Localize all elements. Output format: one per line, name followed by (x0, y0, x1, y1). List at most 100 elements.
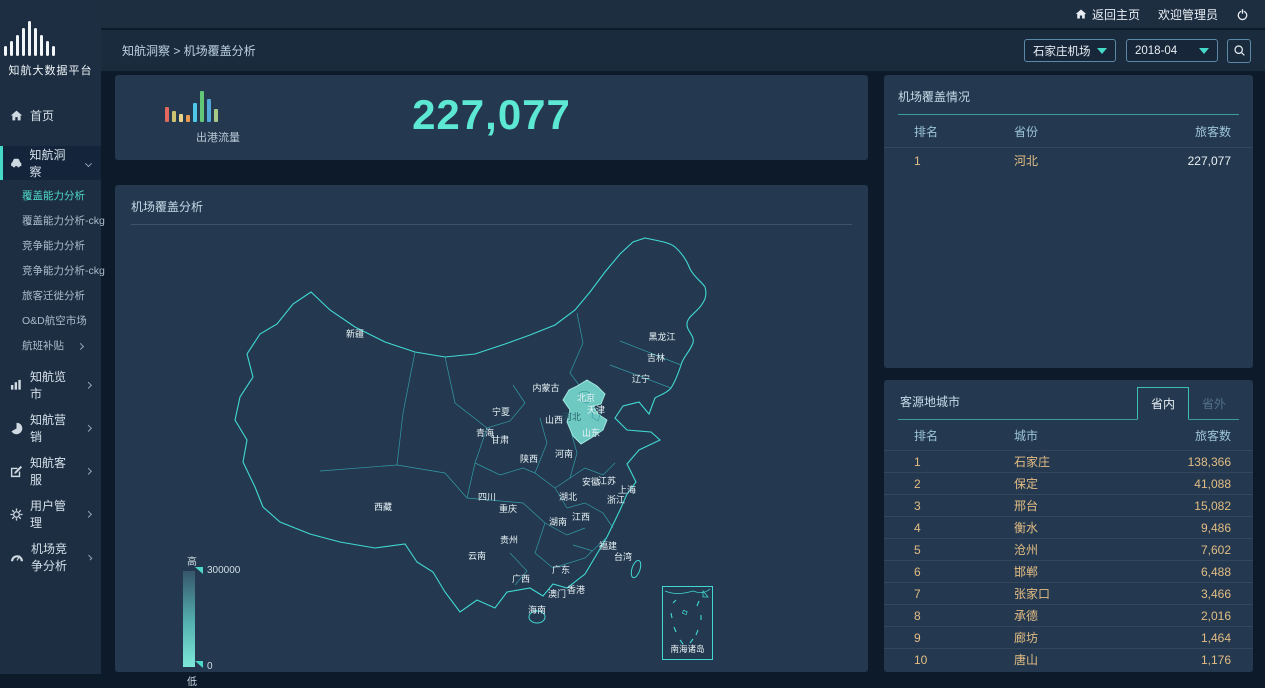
chevron-right-icon (85, 425, 92, 432)
province-label: 湖北 (559, 492, 577, 502)
home-icon (1075, 8, 1087, 20)
table-row: 7张家口3,466 (884, 582, 1253, 604)
logout-button[interactable] (1236, 8, 1249, 21)
province-label: 香港 (567, 584, 585, 595)
legend-low-label: 低 (187, 673, 197, 688)
rank-cell: 6 (884, 565, 984, 579)
rank-cell: 10 (884, 653, 984, 667)
rank-cell: 2 (884, 477, 984, 491)
sidebar-item-label: 知航客服 (30, 454, 72, 488)
table-row: 10唐山1,176 (884, 648, 1253, 670)
submenu-item[interactable]: 竞争能力分析 (0, 234, 101, 259)
sidebar-groups: 知航览市知航营销知航客服用户管理机场竞争分析 (0, 368, 101, 574)
topbar: 返回主页 欢迎管理员 (101, 0, 1265, 28)
province-label: 陕西 (520, 453, 538, 464)
rank-cell: 5 (884, 543, 984, 557)
chevron-right-icon (85, 511, 92, 518)
sidebar-item-gauge[interactable]: 机场竞争分析 (0, 540, 101, 574)
province-label: 黑龙江 (648, 331, 675, 342)
province-label: 山东 (582, 427, 600, 438)
departure-traffic-value: 227,077 (115, 91, 868, 139)
table-row: 1石家庄138,366 (884, 450, 1253, 472)
airport-coverage-panel: 机场覆盖情况 排名 省份 旅客数 1河北227,077 (884, 75, 1253, 368)
legend-max-value: 300000 (207, 565, 240, 576)
submenu-item[interactable]: 旅客迁徙分析 (0, 284, 101, 309)
name-cell: 唐山 (984, 651, 1123, 668)
col-province: 省份 (984, 123, 1123, 140)
sidebar-item-edit[interactable]: 知航客服 (0, 454, 101, 488)
sidebar-item-insight[interactable]: 知航洞察 (0, 146, 101, 180)
return-home-link[interactable]: 返回主页 (1075, 6, 1140, 23)
province-label: 宁夏 (492, 406, 510, 417)
tab-out-province[interactable]: 省外 (1189, 388, 1239, 419)
china-map[interactable]: 新疆黑龙江吉林辽宁内蒙古北京天津河北山西山东河南陕西宁夏青海甘肃西藏四川重庆贵州… (115, 213, 868, 672)
province-label: 浙江 (607, 494, 625, 505)
col-passengers: 旅客数 (1123, 123, 1253, 140)
tab-in-province[interactable]: 省内 (1137, 387, 1189, 420)
value-cell: 41,088 (1123, 477, 1253, 491)
name-cell: 邢台 (984, 497, 1123, 514)
sidebar-item-gear[interactable]: 用户管理 (0, 497, 101, 531)
bar-chart-icon (10, 379, 23, 391)
search-button[interactable] (1227, 39, 1251, 63)
value-cell: 15,082 (1123, 499, 1253, 513)
name-cell: 张家口 (984, 585, 1123, 602)
table-row: 6邯郸6,488 (884, 560, 1253, 582)
province-label: 台湾 (614, 551, 632, 562)
sidebar-item-label: 机场竞争分析 (31, 540, 74, 574)
sidebar-item-label: 首页 (30, 107, 54, 124)
source-table-header: 排名 城市 旅客数 (884, 420, 1253, 450)
chevron-down-icon (1199, 48, 1209, 54)
submenu-item[interactable]: 航班补贴 (0, 334, 101, 359)
name-cell: 廊坊 (984, 629, 1123, 646)
coverage-table-header: 排名 省份 旅客数 (884, 115, 1253, 147)
taiwan-island (629, 559, 642, 579)
name-cell: 衡水 (984, 519, 1123, 536)
sidebar-item-home[interactable]: 首页 (0, 98, 101, 132)
chevron-down-icon (1097, 48, 1107, 54)
submenu-item[interactable]: 覆盖能力分析-ckg (0, 209, 101, 234)
submenu-item[interactable]: 竞争能力分析-ckg (0, 259, 101, 284)
insight-submenu: 覆盖能力分析覆盖能力分析-ckg竞争能力分析竞争能力分析-ckg旅客迁徙分析O&… (0, 184, 101, 359)
sidebar-item-pie-chart[interactable]: 知航营销 (0, 411, 101, 445)
chevron-right-icon (77, 343, 84, 350)
breadcrumb-bar: 知航洞察 > 机场覆盖分析 石家庄机场 2018-04 (101, 30, 1265, 71)
value-cell: 1,176 (1123, 653, 1253, 667)
welcome-user[interactable]: 欢迎管理员 (1158, 6, 1218, 23)
province-label: 吉林 (647, 352, 665, 363)
chevron-right-icon (85, 382, 92, 389)
submenu-item[interactable]: O&D航空市场 (0, 309, 101, 334)
rank-cell: 1 (884, 154, 984, 168)
name-cell: 邯郸 (984, 563, 1123, 580)
period-select[interactable]: 2018-04 (1126, 39, 1218, 62)
source-panel-title: 客源地城市 (898, 380, 1137, 419)
home-icon (10, 109, 23, 122)
rank-cell: 3 (884, 499, 984, 513)
province-label: 广西 (512, 573, 530, 584)
col-rank: 排名 (884, 123, 984, 140)
car-icon (10, 157, 23, 169)
value-cell: 138,366 (1123, 455, 1253, 469)
province-label: 四川 (478, 492, 496, 502)
province-label: 江西 (572, 512, 590, 522)
table-row: 3邢台15,082 (884, 494, 1253, 516)
province-label: 海南 (528, 604, 546, 615)
province-label: 内蒙古 (532, 382, 559, 393)
south-china-sea-inset: 南海诸岛 (662, 586, 713, 660)
col-city: 城市 (984, 427, 1123, 444)
sidebar-item-bar-chart[interactable]: 知航览市 (0, 368, 101, 402)
power-icon (1236, 8, 1249, 21)
province-label: 山西 (545, 415, 563, 425)
name-cell: 承德 (984, 607, 1123, 624)
legend-min-marker (195, 661, 203, 668)
pie-chart-icon (10, 422, 23, 435)
name-cell: 保定 (984, 475, 1123, 492)
airport-select[interactable]: 石家庄机场 (1024, 39, 1116, 62)
table-row: 9廊坊1,464 (884, 626, 1253, 648)
legend-high-label: 高 (187, 553, 197, 568)
name-cell: 沧州 (984, 541, 1123, 558)
sidebar-item-label: 知航营销 (30, 411, 72, 445)
rank-cell: 4 (884, 521, 984, 535)
legend-gradient-bar (183, 571, 195, 667)
submenu-item[interactable]: 覆盖能力分析 (0, 184, 101, 209)
